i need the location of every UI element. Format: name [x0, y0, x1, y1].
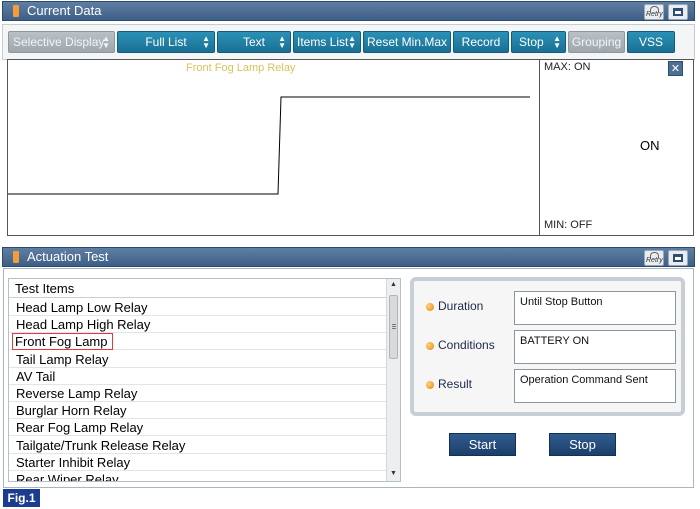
updown-arrows-icon: ▲ ▼ — [278, 34, 286, 50]
test-item-label: Tailgate/Trunk Release Relay — [16, 437, 186, 453]
current-value: ON — [640, 138, 660, 153]
test-item-label: Front Fog Lamp — [12, 333, 113, 351]
test-info-box: Duration Until Stop Button Conditions BA… — [410, 277, 685, 416]
graph-value-panel: MAX: ON ON MIN: OFF ✕ — [539, 60, 694, 235]
test-item-label: Starter Inhibit Relay — [16, 454, 131, 470]
start-button[interactable]: Start — [449, 433, 516, 456]
record-label: Record — [461, 35, 501, 49]
retry-icon[interactable]: Retry — [644, 250, 664, 266]
scroll-thumb[interactable] — [389, 295, 398, 359]
signal-graph: Front Fog Lamp Relay MAX: ON ON MIN: OFF… — [7, 59, 694, 236]
grouping-label: Grouping — [571, 35, 622, 49]
items-list-button[interactable]: Items List ▲ ▼ — [293, 31, 361, 53]
signal-trace — [8, 96, 530, 195]
test-item-row[interactable]: Burglar Horn Relay — [9, 402, 387, 420]
test-items-header: Test Items — [9, 279, 387, 298]
test-item-label: Head Lamp Low Relay — [16, 300, 148, 315]
test-items-list[interactable]: Test Items Head Lamp Low Relay Head Lamp … — [8, 278, 401, 482]
test-item-label: Burglar Horn Relay — [16, 403, 127, 419]
max-label: MAX: ON — [544, 61, 591, 73]
test-item-row[interactable]: AV Tail — [9, 368, 387, 385]
selective-display-label: Selective Display — [13, 35, 105, 49]
graph-title: Front Fog Lamp Relay — [186, 62, 296, 74]
bullet-icon — [426, 303, 434, 311]
retry-label: Retry — [646, 11, 663, 18]
retry-icon[interactable]: Retry — [644, 4, 664, 20]
test-item-row[interactable]: Rear Wiper Relay — [9, 471, 387, 482]
test-item-label: AV Tail — [16, 368, 56, 384]
signal-graph-plot — [8, 96, 530, 195]
conditions-row: Conditions BATTERY ON — [426, 330, 676, 364]
actuation-test-title: Actuation Test — [27, 249, 109, 264]
updown-arrows-icon: ▲ ▼ — [553, 34, 561, 50]
result-row: Result Operation Command Sent — [426, 369, 676, 403]
scroll-down-icon[interactable]: ▼ — [390, 470, 397, 477]
duration-label: Duration — [438, 299, 484, 313]
maximize-icon[interactable] — [668, 4, 688, 20]
text-label: Text — [242, 35, 265, 49]
duration-row: Duration Until Stop Button — [426, 291, 676, 325]
conditions-value: BATTERY ON — [514, 330, 676, 364]
test-item-label: Head Lamp High Relay — [16, 317, 151, 333]
panel-marker-icon — [13, 5, 19, 17]
test-item-label: Rear Wiper Relay — [16, 472, 119, 482]
test-item-row[interactable]: Rear Fog Lamp Relay — [9, 419, 387, 437]
updown-arrows-icon: ▲ ▼ — [102, 34, 110, 50]
updown-arrows-icon: ▲ ▼ — [202, 34, 210, 50]
close-icon[interactable]: ✕ — [668, 61, 683, 76]
result-value: Operation Command Sent — [514, 369, 676, 403]
list-scrollbar[interactable]: ▲ ▼ — [386, 279, 400, 481]
reset-min-max-label: Reset Min.Max — [366, 35, 448, 49]
result-label: Result — [438, 377, 473, 391]
test-item-row[interactable]: Tailgate/Trunk Release Relay — [9, 437, 387, 454]
bullet-icon — [426, 342, 434, 350]
grouping-button[interactable]: Grouping — [568, 31, 625, 53]
reset-min-max-button[interactable]: Reset Min.Max — [363, 31, 451, 53]
updown-arrows-icon: ▲ ▼ — [348, 34, 356, 50]
text-button[interactable]: Text ▲ ▼ — [217, 31, 291, 53]
min-label: MIN: OFF — [544, 219, 593, 231]
actuation-test-header: Actuation Test Retry — [2, 247, 695, 267]
panel-marker-icon — [13, 251, 19, 263]
current-data-title: Current Data — [27, 3, 102, 18]
stop-button[interactable]: Stop — [549, 433, 616, 456]
duration-value: Until Stop Button — [514, 291, 676, 325]
items-list-label: Items List — [297, 35, 349, 49]
vss-label: VSS — [638, 35, 663, 49]
test-item-label: Reverse Lamp Relay — [16, 386, 138, 401]
conditions-label: Conditions — [438, 338, 495, 352]
test-item-row[interactable]: Tail Lamp Relay — [9, 351, 387, 368]
test-item-label: Rear Fog Lamp Relay — [16, 420, 144, 436]
scroll-up-icon[interactable]: ▲ — [390, 281, 397, 288]
current-data-header: Current Data Retry — [2, 1, 695, 21]
current-data-toolbar: Selective Display ▲ ▼ Full List ▲ ▼ Text ▲… — [2, 24, 695, 60]
record-button[interactable]: Record — [453, 31, 509, 53]
test-item-row[interactable]: Starter Inhibit Relay — [9, 454, 387, 471]
full-list-label: Full List — [145, 35, 187, 49]
test-item-row[interactable]: Front Fog Lamp — [9, 333, 387, 351]
stop-dropdown-button[interactable]: Stop ▲ ▼ — [511, 31, 566, 53]
retry-label: Retry — [646, 257, 663, 264]
maximize-icon[interactable] — [668, 250, 688, 266]
vss-button[interactable]: VSS — [627, 31, 675, 53]
test-item-row[interactable]: Head Lamp High Relay — [9, 316, 387, 334]
test-item-label: Tail Lamp Relay — [16, 351, 109, 367]
selective-display-button[interactable]: Selective Display ▲ ▼ — [8, 31, 115, 53]
bullet-icon — [426, 381, 434, 389]
test-item-row[interactable]: Reverse Lamp Relay — [9, 385, 387, 402]
full-list-button[interactable]: Full List ▲ ▼ — [117, 31, 215, 53]
stop-dropdown-label: Stop — [519, 35, 544, 49]
figure-label: Fig.1 — [3, 489, 40, 507]
test-item-row[interactable]: Head Lamp Low Relay — [9, 299, 387, 316]
